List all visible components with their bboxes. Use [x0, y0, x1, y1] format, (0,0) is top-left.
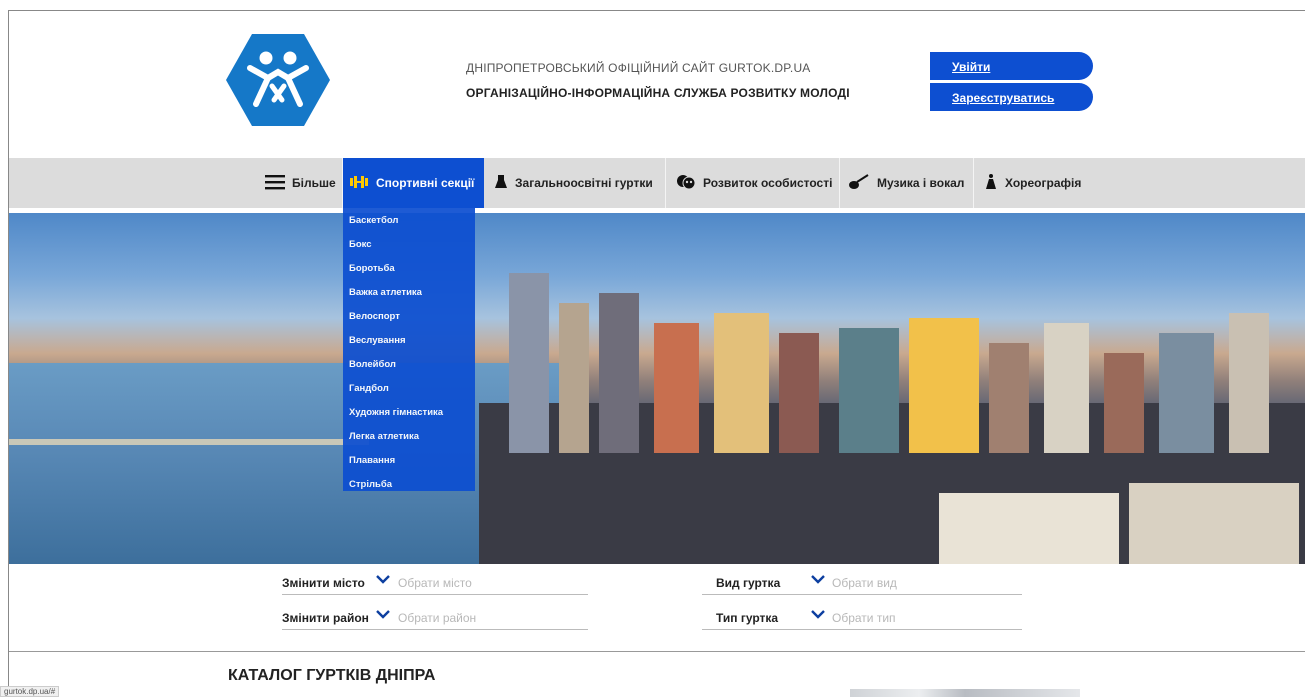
chevron-down-icon[interactable]: [376, 572, 390, 587]
guitar-icon: [848, 173, 870, 193]
nav-item-more[interactable]: Більше: [265, 158, 336, 208]
login-button[interactable]: Увійти: [930, 52, 1093, 80]
dropdown-item[interactable]: Бокс: [349, 239, 372, 250]
nav-label: Музика і вокал: [877, 176, 965, 190]
sports-dropdown-menu: Баскетбол Бокс Боротьба Важка атлетика В…: [343, 208, 475, 491]
nav-item-sports[interactable]: Спортивні секції: [343, 158, 484, 208]
kind-filter-label: Вид гуртка: [716, 576, 781, 590]
city-skyline: [479, 273, 1305, 564]
login-label: Увійти: [952, 60, 991, 74]
chevron-down-icon[interactable]: [376, 607, 390, 622]
register-label: Зареєструватись: [952, 91, 1055, 105]
dropdown-item[interactable]: Стрільба: [349, 479, 392, 490]
dropdown-item[interactable]: Волейбол: [349, 359, 396, 370]
city-filter-label: Змінити місто: [282, 576, 365, 590]
dropdown-item[interactable]: Художня гімнастика: [349, 407, 443, 418]
district-select[interactable]: Обрати район: [398, 611, 476, 625]
site-logo[interactable]: [226, 34, 330, 126]
nav-item-personal-growth[interactable]: Розвиток особистості: [676, 158, 832, 208]
type-select[interactable]: Обрати тип: [832, 611, 896, 625]
district-filter-label: Змінити район: [282, 611, 369, 625]
section-divider: [9, 651, 1305, 652]
main-nav: Більше Спортивні секції Загальноосвітні …: [9, 158, 1305, 208]
dropdown-item[interactable]: Веслування: [349, 335, 406, 346]
chevron-down-icon[interactable]: [811, 572, 825, 587]
district-filter-underline: [282, 629, 588, 630]
dancer-icon: [984, 173, 998, 193]
nav-label: Більше: [292, 176, 336, 190]
nav-item-education[interactable]: Загальноосвітні гуртки: [494, 158, 653, 208]
nav-divider: [973, 158, 974, 208]
dropdown-item[interactable]: Велоспорт: [349, 311, 400, 322]
dumbbell-icon: [349, 175, 369, 192]
nav-label: Спортивні секції: [376, 176, 475, 190]
dropdown-item[interactable]: Баскетбол: [349, 215, 398, 226]
city-select[interactable]: Обрати місто: [398, 576, 472, 590]
register-button[interactable]: Зареєструватись: [930, 83, 1093, 111]
dropdown-item[interactable]: Гандбол: [349, 383, 389, 394]
kind-filter-underline: [702, 594, 1022, 595]
browser-status-url: gurtok.dp.ua/#: [0, 686, 60, 697]
site-title: ОРГАНІЗАЦІЙНО-ІНФОРМАЦІЙНА СЛУЖБА РОЗВИТ…: [466, 86, 850, 100]
promo-image-thumbnail[interactable]: [850, 689, 1080, 697]
bridge-shape: [9, 439, 369, 445]
nav-item-music[interactable]: Музика і вокал: [848, 158, 964, 208]
city-filter-underline: [282, 594, 588, 595]
type-filter-underline: [702, 629, 1022, 630]
nav-item-choreography[interactable]: Хореографія: [984, 158, 1081, 208]
hamburger-icon: [265, 174, 285, 193]
dropdown-item[interactable]: Боротьба: [349, 263, 395, 274]
catalog-heading: КАТАЛОГ ГУРТКІВ ДНІПРА: [228, 667, 436, 684]
chevron-down-icon[interactable]: [811, 607, 825, 622]
nav-divider: [839, 158, 840, 208]
nav-label: Загальноосвітні гуртки: [515, 176, 653, 190]
site-subtitle: ДНІПРОПЕТРОВСЬКИЙ ОФІЦІЙНИЙ САЙТ GURTOK.…: [466, 61, 811, 75]
kind-select[interactable]: Обрати вид: [832, 576, 897, 590]
dropdown-item[interactable]: Плавання: [349, 455, 395, 466]
nav-label: Розвиток особистості: [703, 176, 833, 190]
dropdown-item[interactable]: Легка атлетика: [349, 431, 419, 442]
nav-divider: [665, 158, 666, 208]
masks-icon: [676, 174, 696, 193]
flask-icon: [494, 174, 508, 193]
hero-cityscape-image: [9, 213, 1305, 564]
nav-label: Хореографія: [1005, 176, 1082, 190]
type-filter-label: Тип гуртка: [716, 611, 779, 625]
dropdown-item[interactable]: Важка атлетика: [349, 287, 422, 298]
